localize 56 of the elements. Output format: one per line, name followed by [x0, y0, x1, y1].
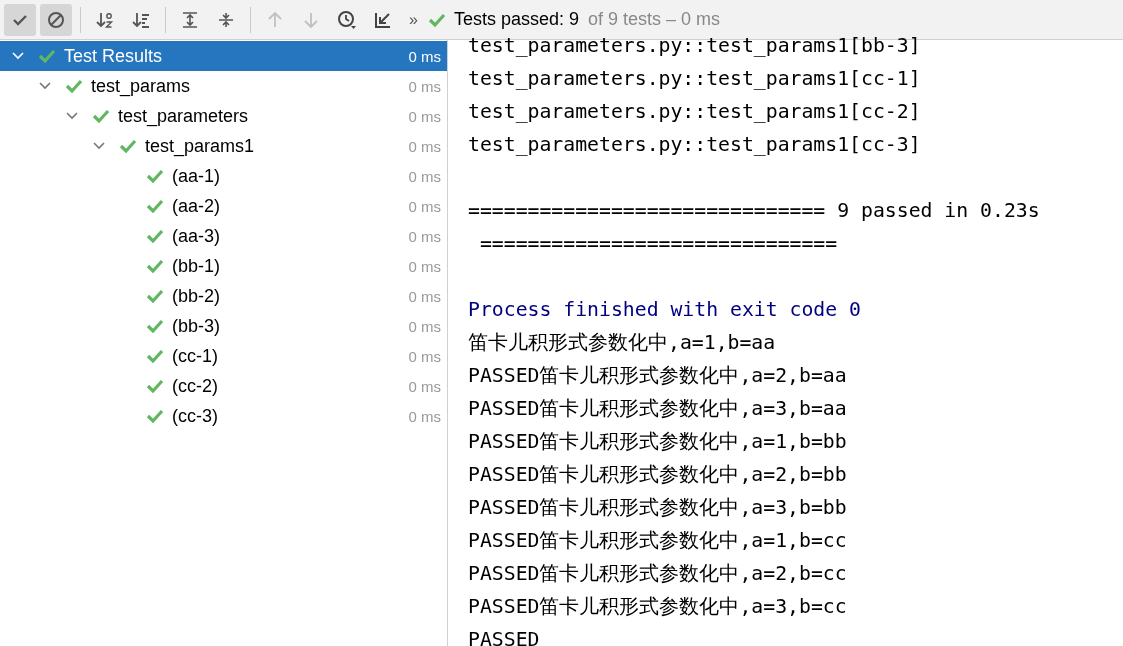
chevron-icon[interactable]: [66, 110, 78, 122]
tree-item[interactable]: (aa-1) 0 ms: [0, 161, 447, 191]
console-line: test_parameters.py::test_params1[cc-2]: [468, 99, 922, 125]
checkmark-icon: [92, 108, 110, 124]
tree-item[interactable]: test_parameters 0 ms: [0, 101, 447, 131]
tree-item[interactable]: (bb-2) 0 ms: [0, 281, 447, 311]
checkmark-icon: [146, 318, 164, 334]
console-line: test_parameters.py::test_params1[bb-3]: [468, 33, 922, 59]
console-line: PASSED笛卡儿积形式参数化中,a=2,b=aa: [468, 363, 848, 389]
status-text: Tests passed: 9: [453, 9, 579, 30]
prohibited-icon: [46, 9, 66, 30]
checkmark-icon: [146, 258, 164, 274]
tree-item[interactable]: (cc-2) 0 ms: [0, 371, 447, 401]
checkmark-icon: [65, 78, 83, 94]
chevron-icon[interactable]: [39, 80, 51, 92]
tree-item[interactable]: (cc-3) 0 ms: [0, 401, 447, 431]
console-line: test_parameters.py::test_params1[cc-1]: [468, 66, 922, 92]
clock-icon: [337, 9, 357, 30]
checkmark-icon: [119, 138, 137, 154]
checkmark-icon: [146, 198, 164, 214]
console-line: Process finished with exit code 0: [468, 297, 862, 323]
checkmark-icon: [146, 168, 164, 184]
console-line: PASSED笛卡儿积形式参数化中,a=3,b=cc: [468, 594, 848, 620]
checkmark-icon: [146, 288, 164, 304]
console-line: PASSED笛卡儿积形式参数化中,a=1,b=bb: [468, 429, 848, 455]
status-detail: of 9 tests – 0 ms: [588, 9, 721, 30]
tree-item[interactable]: (cc-1) 0 ms: [0, 341, 447, 371]
tree-item[interactable]: (bb-1) 0 ms: [0, 251, 447, 281]
console-line: PASSED: [468, 627, 541, 646]
console-line: PASSED笛卡儿积形式参数化中,a=3,b=aa: [468, 396, 848, 422]
checkmark-icon: [146, 228, 164, 244]
chevron-icon[interactable]: [12, 50, 24, 62]
console-line: PASSED笛卡儿积形式参数化中,a=3,b=bb: [468, 495, 848, 521]
status-checkmark-icon: [427, 11, 446, 28]
console-line: PASSED笛卡儿积形式参数化中,a=1,b=cc: [468, 528, 848, 554]
chevron-icon[interactable]: [93, 140, 105, 152]
tree-item[interactable]: test_params 0 ms: [0, 71, 447, 101]
tree-item[interactable]: test_params1 0 ms: [0, 131, 447, 161]
tree-item[interactable]: (aa-3) 0 ms: [0, 221, 447, 251]
prohibited-button[interactable]: [40, 3, 72, 36]
console-line: ==============================: [478, 231, 839, 257]
tree-item[interactable]: (aa-2) 0 ms: [0, 191, 447, 221]
checkmark-icon: [146, 378, 164, 394]
console-line: 笛卡儿积形式参数化中,a=1,b=aa: [468, 330, 777, 356]
checkmark-icon: [146, 408, 164, 424]
console-line: PASSED笛卡儿积形式参数化中,a=2,b=bb: [468, 462, 848, 488]
tree-item[interactable]: Test Results 0 ms: [0, 41, 447, 71]
checkmark-button[interactable]: [4, 3, 36, 36]
checkmark-icon: [146, 348, 164, 364]
tree-item[interactable]: (bb-3) 0 ms: [0, 311, 447, 341]
more-button[interactable]: »: [409, 10, 418, 29]
expand-all-icon: [180, 9, 200, 30]
console-line: PASSED笛卡儿积形式参数化中,a=2,b=cc: [468, 561, 848, 587]
console-line: ============================== 9 passed in 0.23s: [468, 198, 1041, 224]
console-line: test_parameters.py::test_params1[cc-3]: [468, 132, 922, 158]
checkmark-icon: [38, 48, 56, 64]
